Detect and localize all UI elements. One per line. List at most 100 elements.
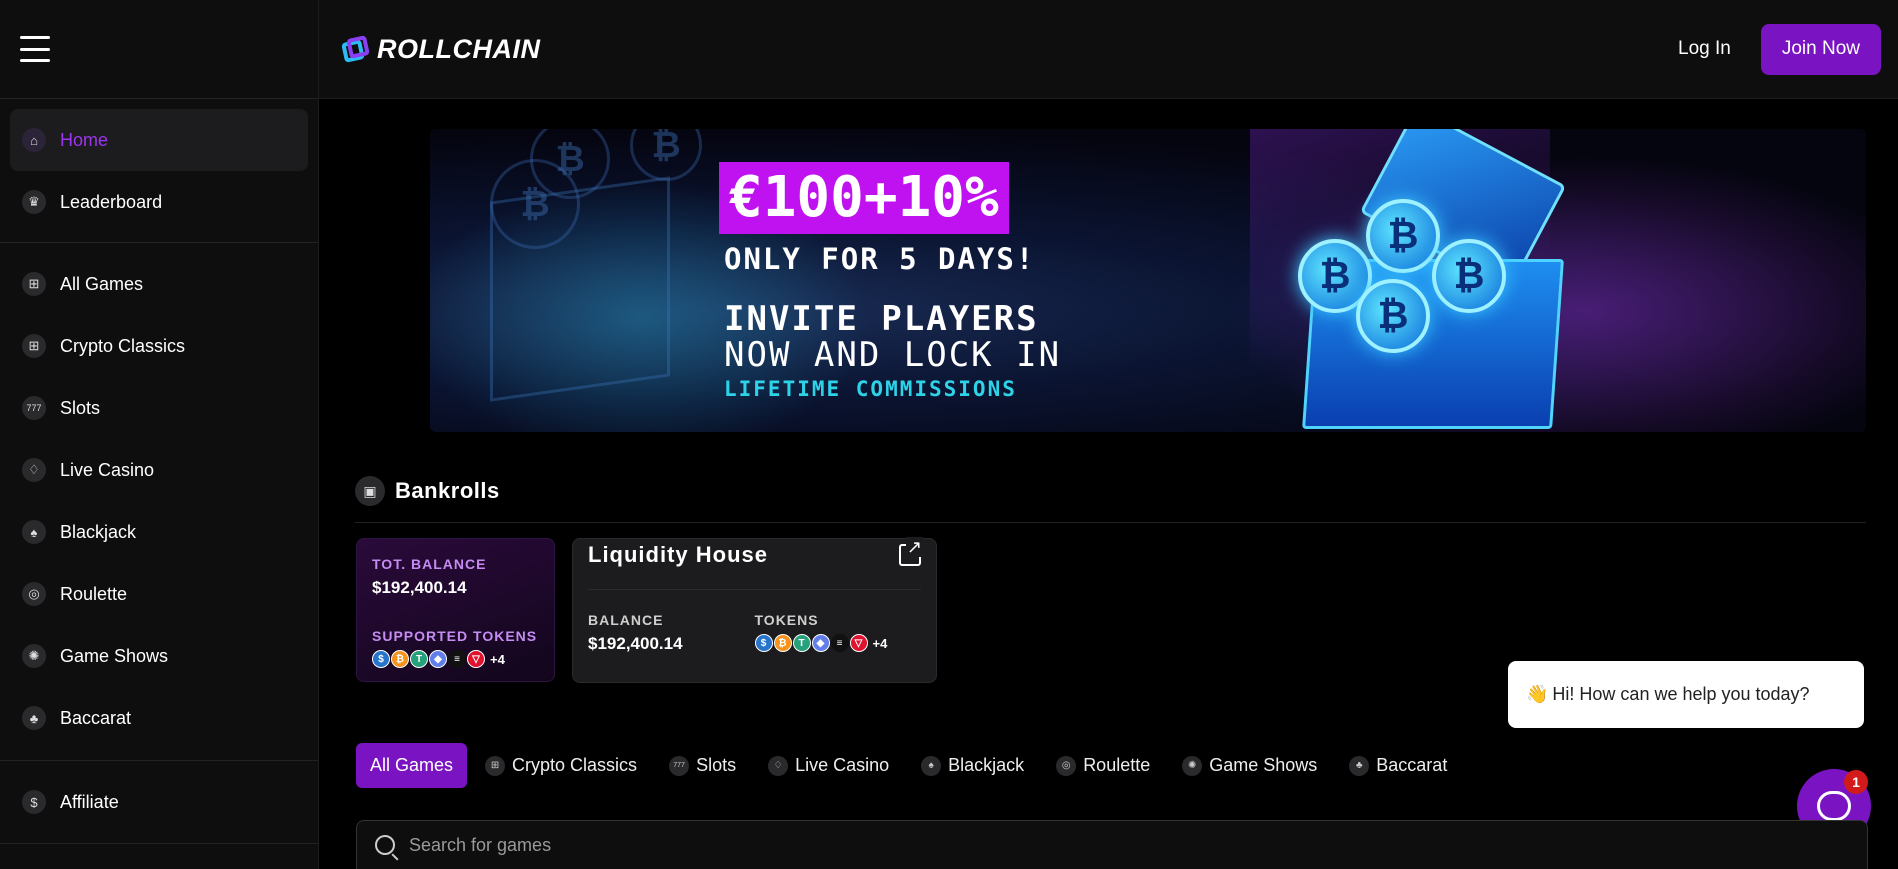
tab-roulette[interactable]: ◎ Roulette (1042, 743, 1164, 788)
tab-game-shows[interactable]: ✺ Game Shows (1168, 743, 1331, 788)
total-balance-card: TOT. BALANCE $192,400.14 SUPPORTED TOKEN… (356, 538, 555, 682)
sidebar-item-affiliate[interactable]: $ Affiliate (10, 771, 308, 833)
bitcoin-icon: ₿ (391, 650, 409, 668)
chat-greeting-bubble[interactable]: 👋 Hi! How can we help you today? (1508, 661, 1864, 728)
top-header: ROLLCHAIN Log In Join Now (319, 0, 1898, 99)
search-input[interactable] (409, 834, 1809, 856)
home-icon: ⌂ (22, 128, 46, 152)
sidebar-item-label: Affiliate (60, 791, 119, 812)
solana-icon: ≡ (830, 634, 849, 652)
bitcoin-icon: ₿ (1366, 199, 1440, 273)
bitcoin-icon: ₿ (1356, 279, 1430, 353)
promo-invite-text: INVITE PLAYERS (724, 299, 1039, 339)
login-button[interactable]: Log In (1678, 38, 1731, 60)
balance-column: BALANCE $192,400.14 (588, 612, 755, 654)
chat-unread-badge: 1 (1844, 770, 1868, 794)
sidebar-top (0, 0, 318, 99)
sidebar-group-main: ⌂ Home ♛ Leaderboard (0, 99, 318, 243)
tab-all-games[interactable]: All Games (356, 743, 468, 788)
grid-icon: ⊞ (22, 334, 46, 358)
external-link-icon[interactable] (899, 537, 924, 566)
diamond-icon: ♢ (768, 755, 789, 776)
more-tokens-count: +4 (490, 651, 505, 667)
tab-label: Live Casino (795, 755, 890, 775)
trophy-icon: ♛ (22, 190, 46, 214)
sidebar-item-roulette[interactable]: ◎ Roulette (10, 563, 308, 625)
tab-label: Slots (696, 755, 737, 775)
logo[interactable]: ROLLCHAIN (341, 34, 540, 65)
slots-icon: 777 (669, 755, 690, 776)
waving-hand-icon: 👋 (1526, 684, 1549, 704)
supported-tokens-label: SUPPORTED TOKENS (372, 628, 538, 644)
tab-label: Game Shows (1209, 755, 1318, 775)
ethereum-icon: ◆ (811, 634, 830, 652)
bitcoin-icon: ₿ (1432, 239, 1506, 313)
search-icon (375, 835, 395, 855)
chat-icon (1817, 791, 1851, 821)
logo-text: ROLLCHAIN (377, 33, 541, 64)
tab-blackjack[interactable]: ♠ Blackjack (907, 743, 1038, 788)
tron-icon: ▽ (467, 650, 485, 668)
sidebar-item-label: Game Shows (60, 645, 169, 666)
tab-live-casino[interactable]: ♢ Live Casino (754, 743, 903, 788)
promo-lock-text: NOW AND LOCK IN (724, 335, 1062, 375)
token-list: $ ₿ T ◆ ≡ ▽ +4 (754, 634, 922, 652)
tron-icon: ▽ (849, 634, 868, 652)
sidebar-item-all-games[interactable]: ⊞ All Games (10, 253, 308, 315)
bitcoin-icon: ₿ (773, 634, 792, 652)
liquidity-house-card[interactable]: Liquidity House BALANCE $192,400.14 TOKE… (572, 537, 937, 683)
ethereum-icon: ◆ (429, 650, 447, 668)
promo-commission-text: LIFETIME COMMISSIONS (724, 377, 1017, 401)
total-balance-value: $192,400.14 (372, 578, 467, 597)
sidebar-item-leaderboard[interactable]: ♛ Leaderboard (10, 171, 308, 233)
tab-slots[interactable]: 777 Slots (655, 743, 750, 788)
sidebar-item-label: Home (60, 129, 109, 150)
bitcoin-icon: ₿ (490, 159, 580, 249)
tokens-label: TOKENS (754, 612, 819, 628)
sidebar-item-label: Live Casino (60, 459, 155, 480)
slots-icon: 777 (22, 396, 46, 420)
logo-icon (341, 35, 370, 63)
total-balance-label: TOT. BALANCE (372, 556, 487, 572)
sidebar-group-games: ⊞ All Games ⊞ Crypto Classics 777 Slots … (0, 243, 318, 761)
tab-label: Roulette (1083, 755, 1151, 775)
house-name: Liquidity House (588, 542, 768, 567)
sidebar-item-live-casino[interactable]: ♢ Live Casino (10, 439, 308, 501)
more-tokens-count: +4 (872, 635, 888, 651)
grid-icon: ⊞ (485, 755, 506, 776)
balance-label: BALANCE (588, 612, 664, 628)
sidebar-item-game-shows[interactable]: ✺ Game Shows (10, 625, 308, 687)
join-now-button[interactable]: Join Now (1760, 23, 1881, 75)
roulette-icon: ◎ (22, 582, 46, 606)
sidebar: ⌂ Home ♛ Leaderboard ⊞ All Games ⊞ Crypt… (0, 0, 319, 869)
sidebar-item-baccarat[interactable]: ♣ Baccarat (10, 687, 308, 749)
sidebar-item-crypto-classics[interactable]: ⊞ Crypto Classics (10, 315, 308, 377)
promo-banner[interactable]: ₿ ₿ ₿ €100+10% ONLY FOR 5 DAYS! INVITE P… (430, 129, 1866, 432)
header-actions: Log In Join Now (1678, 23, 1881, 75)
tether-icon: T (792, 634, 811, 652)
wheel-icon: ✺ (22, 644, 46, 668)
game-category-tabs: All Games ⊞ Crypto Classics 777 Slots ♢ Liv… (356, 743, 1465, 788)
sidebar-item-slots[interactable]: 777 Slots (10, 377, 308, 439)
sidebar-item-label: Blackjack (60, 521, 137, 542)
sidebar-item-label: Baccarat (60, 707, 132, 728)
usdc-icon: $ (754, 634, 773, 652)
sidebar-item-home[interactable]: ⌂ Home (10, 109, 308, 171)
tab-baccarat[interactable]: ♣ Baccarat (1335, 743, 1461, 788)
token-list: $ ₿ T ◆ ≡ ▽ +4 (372, 650, 539, 668)
spade-icon: ♠ (921, 755, 942, 776)
tether-icon: T (410, 650, 428, 668)
gift-box-image: ₿ ₿ ₿ ₿ (1268, 129, 1628, 429)
cards-icon: ♣ (1349, 755, 1370, 776)
bankrolls-heading: ▣ Bankrolls (355, 476, 500, 506)
tab-crypto-classics[interactable]: ⊞ Crypto Classics (471, 743, 651, 788)
sidebar-item-label: Roulette (60, 583, 128, 604)
wheel-icon: ✺ (1182, 755, 1203, 776)
promo-headline: €100+10% (719, 162, 1009, 234)
sidebar-item-label: Leaderboard (60, 191, 163, 212)
sidebar-item-label: Crypto Classics (60, 335, 186, 356)
sidebar-item-blackjack[interactable]: ♠ Blackjack (10, 501, 308, 563)
game-search-bar (356, 820, 1868, 869)
hamburger-menu-icon[interactable] (20, 36, 50, 62)
usdc-icon: $ (372, 650, 390, 668)
